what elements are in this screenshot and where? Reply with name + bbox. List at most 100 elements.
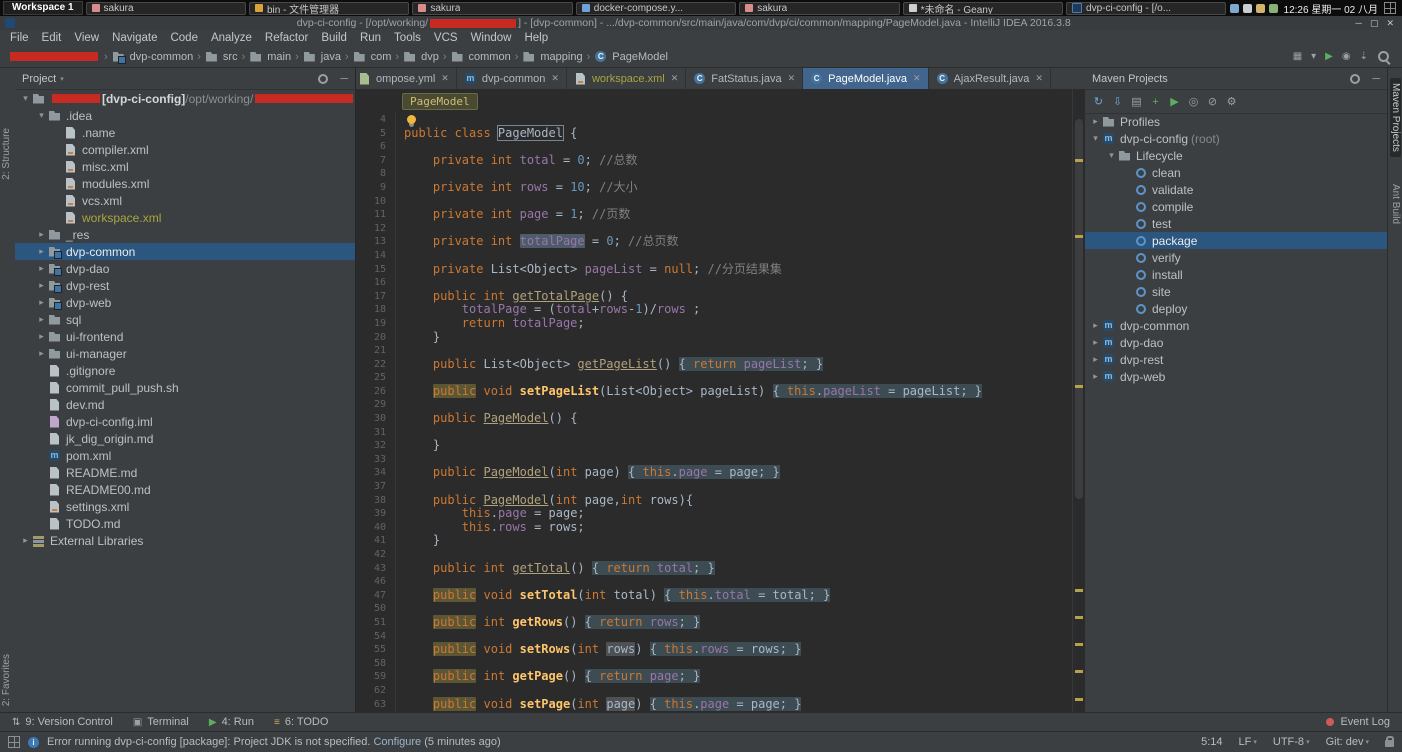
add-maven-project-icon[interactable]: + [1147, 96, 1164, 108]
taskbar-window-button[interactable]: bin - 文件管理器 [249, 2, 409, 15]
line-number[interactable]: 14 [356, 249, 395, 263]
line-number[interactable]: 43 [356, 562, 395, 576]
breadcrumb-item-com[interactable]: com [353, 51, 392, 63]
tab-fatstatus-java[interactable]: FatStatus.java✕ [686, 68, 803, 89]
run-maven-goal-icon[interactable]: ▶ [1166, 95, 1183, 108]
close-tab-icon[interactable]: ✕ [788, 73, 796, 84]
tree-item-dvp-rest[interactable]: ▸dvp-rest [1085, 351, 1387, 368]
close-tab-icon[interactable]: ✕ [1035, 73, 1043, 84]
workspace-switcher[interactable]: Workspace 1 [3, 1, 83, 15]
close-tab-icon[interactable]: ✕ [551, 73, 559, 84]
highlighting-level-icon[interactable] [1385, 740, 1394, 747]
toolwindow-stripe-ant[interactable]: Ant Build [1390, 184, 1401, 224]
line-number[interactable]: 38 [356, 494, 395, 508]
code-text[interactable] [395, 684, 1073, 698]
line-number[interactable]: 12 [356, 222, 395, 236]
chevron-right-icon[interactable]: ▸ [35, 263, 48, 274]
taskbar-window-button[interactable]: *未命名 - Geany [903, 2, 1063, 15]
menu-item-tools[interactable]: Tools [388, 32, 427, 44]
code-text[interactable] [395, 548, 1073, 562]
code-text[interactable]: this.page = page; [395, 507, 1073, 521]
line-number[interactable]: 37 [356, 480, 395, 494]
menu-item-file[interactable]: File [4, 32, 35, 44]
code-text[interactable] [395, 276, 1073, 290]
line-number[interactable]: 10 [356, 195, 395, 209]
code-text[interactable]: public List<Object> getPageList() { retu… [395, 358, 1073, 372]
tree-item-dvp-dao[interactable]: ▸dvp-dao [1085, 334, 1387, 351]
tree-item-misc-xml[interactable]: misc.xml [15, 158, 355, 175]
line-number[interactable]: 32 [356, 439, 395, 453]
gear-icon[interactable] [1348, 73, 1360, 85]
taskbar-window-button[interactable]: docker-compose.y... [576, 2, 736, 15]
line-number[interactable]: 46 [356, 575, 395, 589]
line-number[interactable]: 9 [356, 181, 395, 195]
taskbar-window-button[interactable]: sakura [412, 2, 572, 15]
close-tab-icon[interactable]: ✕ [671, 73, 679, 84]
line-number[interactable]: 41 [356, 534, 395, 548]
code-text[interactable]: public void setPageList(List<Object> pag… [395, 385, 1073, 399]
breadcrumb-item-main[interactable]: main [249, 51, 291, 63]
caret-position[interactable]: 5:14 [1201, 736, 1222, 748]
toolwindow-switcher-icon[interactable] [8, 736, 20, 748]
code-text[interactable] [395, 657, 1073, 671]
menu-item-window[interactable]: Window [465, 32, 518, 44]
show-dependencies-icon[interactable]: ▤ [1128, 95, 1145, 108]
code-text[interactable]: public PageModel(int page) { this.page =… [395, 466, 1073, 480]
tree-item-commit-pull-push-sh[interactable]: commit_pull_push.sh [15, 379, 355, 396]
line-number[interactable]: 58 [356, 657, 395, 671]
tree-item-package[interactable]: package [1085, 232, 1387, 249]
code-text[interactable]: public int getTotalPage() { [395, 290, 1073, 304]
taskbar-clock[interactable]: 12:26 星期一 02 八月 [1284, 1, 1378, 16]
offline-mode-icon[interactable]: ◎ [1185, 95, 1202, 108]
line-number[interactable]: 39 [356, 507, 395, 521]
editor-scrollbar[interactable] [1072, 89, 1085, 712]
line-number[interactable]: 40 [356, 521, 395, 535]
vcs-update-icon[interactable]: ⇣ [1360, 51, 1368, 62]
tree-item-name[interactable]: .name [15, 124, 355, 141]
tree-item-idea[interactable]: ▾.idea [15, 107, 355, 124]
compile-changed-icon[interactable]: ▦ [1293, 51, 1302, 62]
line-number[interactable]: 54 [356, 630, 395, 644]
tree-item-dvp-common[interactable]: ▸dvp-common [1085, 317, 1387, 334]
event-log-button[interactable]: Event Log [1326, 716, 1390, 728]
tree-item-gitignore[interactable]: .gitignore [15, 362, 355, 379]
toolwindow-stripe-structure[interactable]: 2: Structure [1, 128, 12, 180]
code-text[interactable] [395, 140, 1073, 154]
download-sources-icon[interactable]: ⇩ [1109, 95, 1126, 108]
chevron-right-icon[interactable]: ▸ [35, 246, 48, 257]
chevron-right-icon[interactable]: ▸ [1089, 337, 1102, 348]
editor[interactable]: PageModel 45public class PageModel {67 p… [356, 89, 1085, 712]
menu-item-code[interactable]: Code [164, 32, 204, 44]
skip-tests-icon[interactable]: ⊘ [1204, 95, 1221, 108]
code-text[interactable] [395, 371, 1073, 385]
code-text[interactable] [395, 426, 1073, 440]
code-text[interactable]: private int rows = 10; //大小 [395, 181, 1073, 195]
line-number[interactable]: 17 [356, 290, 395, 304]
taskbar-window-button[interactable]: sakura [86, 2, 246, 15]
tree-item-settings-xml[interactable]: settings.xml [15, 498, 355, 515]
volume-icon[interactable] [1243, 4, 1252, 13]
tree-item-todo-md[interactable]: TODO.md [15, 515, 355, 532]
gear-icon[interactable] [316, 73, 328, 85]
chevron-right-icon[interactable]: ▸ [35, 314, 48, 325]
tree-item-readme00-md[interactable]: README00.md [15, 481, 355, 498]
chevron-down-icon[interactable]: ▾ [1105, 150, 1118, 161]
tree-item-clean[interactable]: clean [1085, 164, 1387, 181]
tree-item-compiler-xml[interactable]: compiler.xml [15, 141, 355, 158]
tree-item-lifecycle[interactable]: ▾Lifecycle [1085, 147, 1387, 164]
scrollbar-thumb[interactable] [1075, 119, 1083, 499]
close-button[interactable]: ✕ [1386, 18, 1394, 29]
line-number[interactable]: 15 [356, 263, 395, 277]
run-config-dropdown-icon[interactable]: ▾ [1311, 51, 1316, 62]
chevron-right-icon[interactable]: ▸ [35, 229, 48, 240]
line-number[interactable]: 22 [356, 358, 395, 372]
chevron-right-icon[interactable]: ▸ [35, 280, 48, 291]
menu-item-edit[interactable]: Edit [36, 32, 68, 44]
code-text[interactable]: public class PageModel { [395, 127, 1073, 141]
code-text[interactable]: } [395, 331, 1073, 345]
minimize-button[interactable]: ─ [1356, 18, 1362, 29]
toolwindow-button-6-todo[interactable]: 6: TODO [274, 716, 328, 728]
tree-item-dvp-common[interactable]: ▸dvp-common [15, 243, 355, 260]
vcs-branch-widget[interactable]: Git: dev▾ [1326, 736, 1369, 748]
code-text[interactable] [395, 575, 1073, 589]
